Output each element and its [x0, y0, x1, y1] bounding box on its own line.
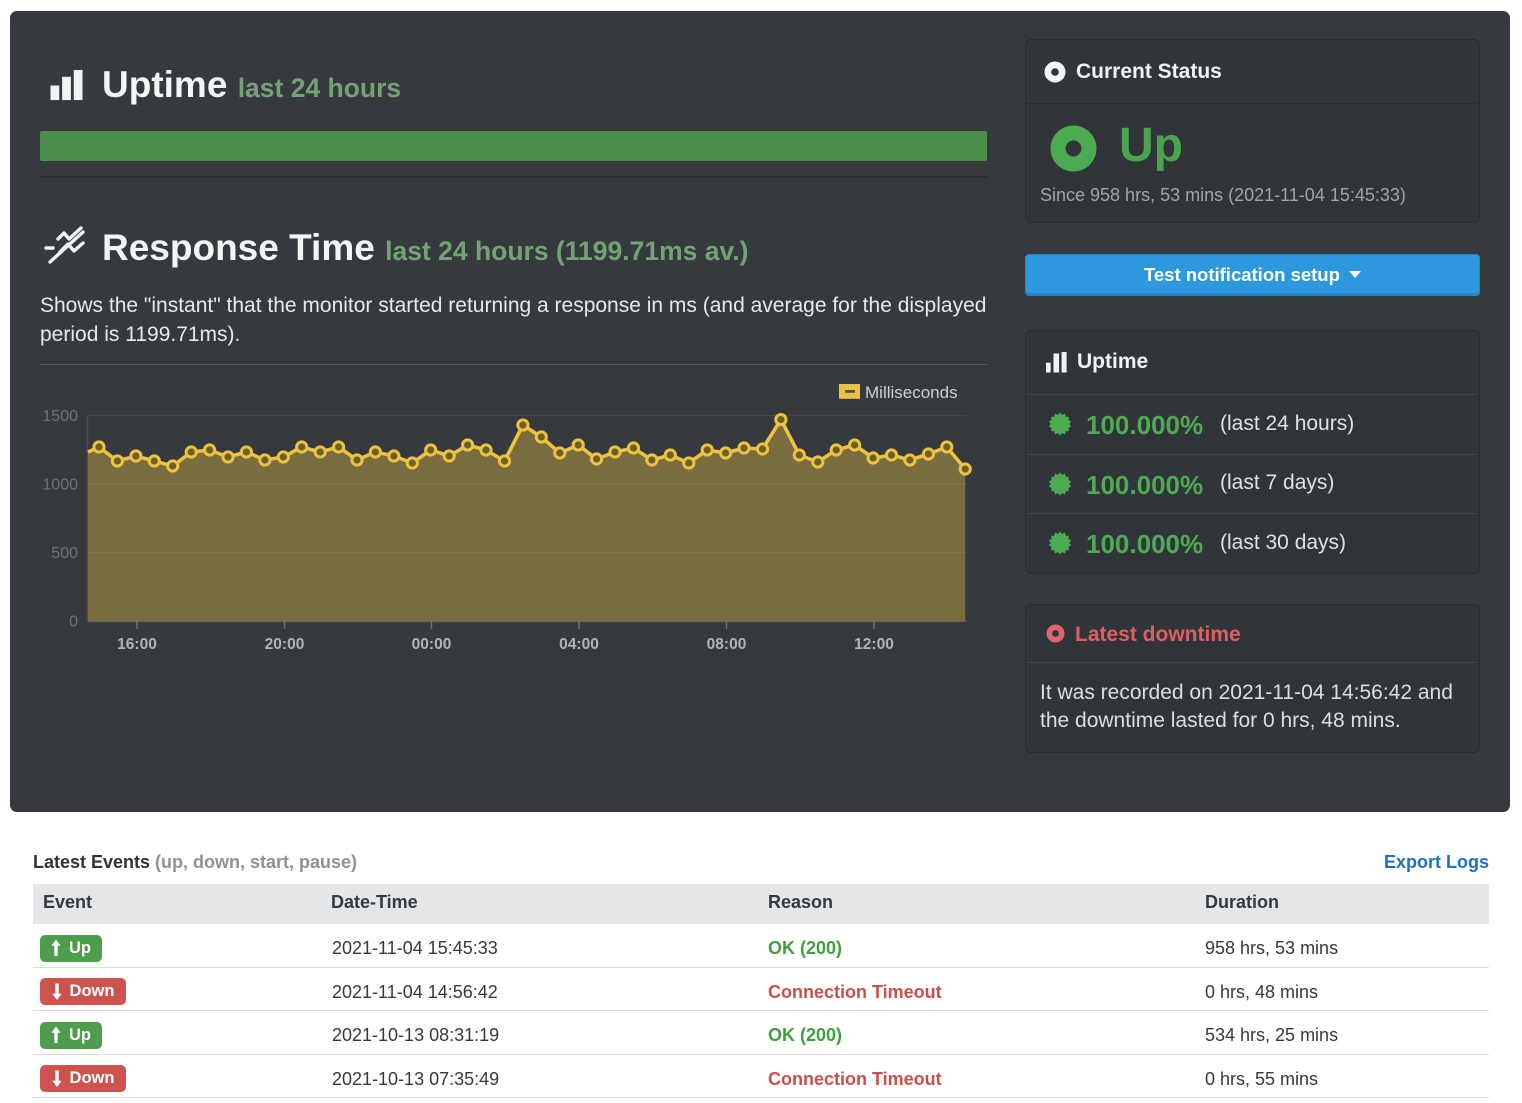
- svg-text:20:00: 20:00: [265, 636, 305, 653]
- svg-text:16:00: 16:00: [117, 636, 157, 653]
- svg-text:00:00: 00:00: [412, 636, 452, 653]
- svg-text:04:00: 04:00: [559, 636, 599, 653]
- svg-text:12:00: 12:00: [854, 636, 894, 653]
- svg-text:1000: 1000: [42, 477, 78, 494]
- svg-text:Milliseconds: Milliseconds: [865, 383, 958, 402]
- svg-text:500: 500: [51, 545, 78, 562]
- svg-text:1500: 1500: [42, 408, 78, 425]
- svg-text:0: 0: [69, 614, 78, 631]
- svg-text:08:00: 08:00: [707, 636, 747, 653]
